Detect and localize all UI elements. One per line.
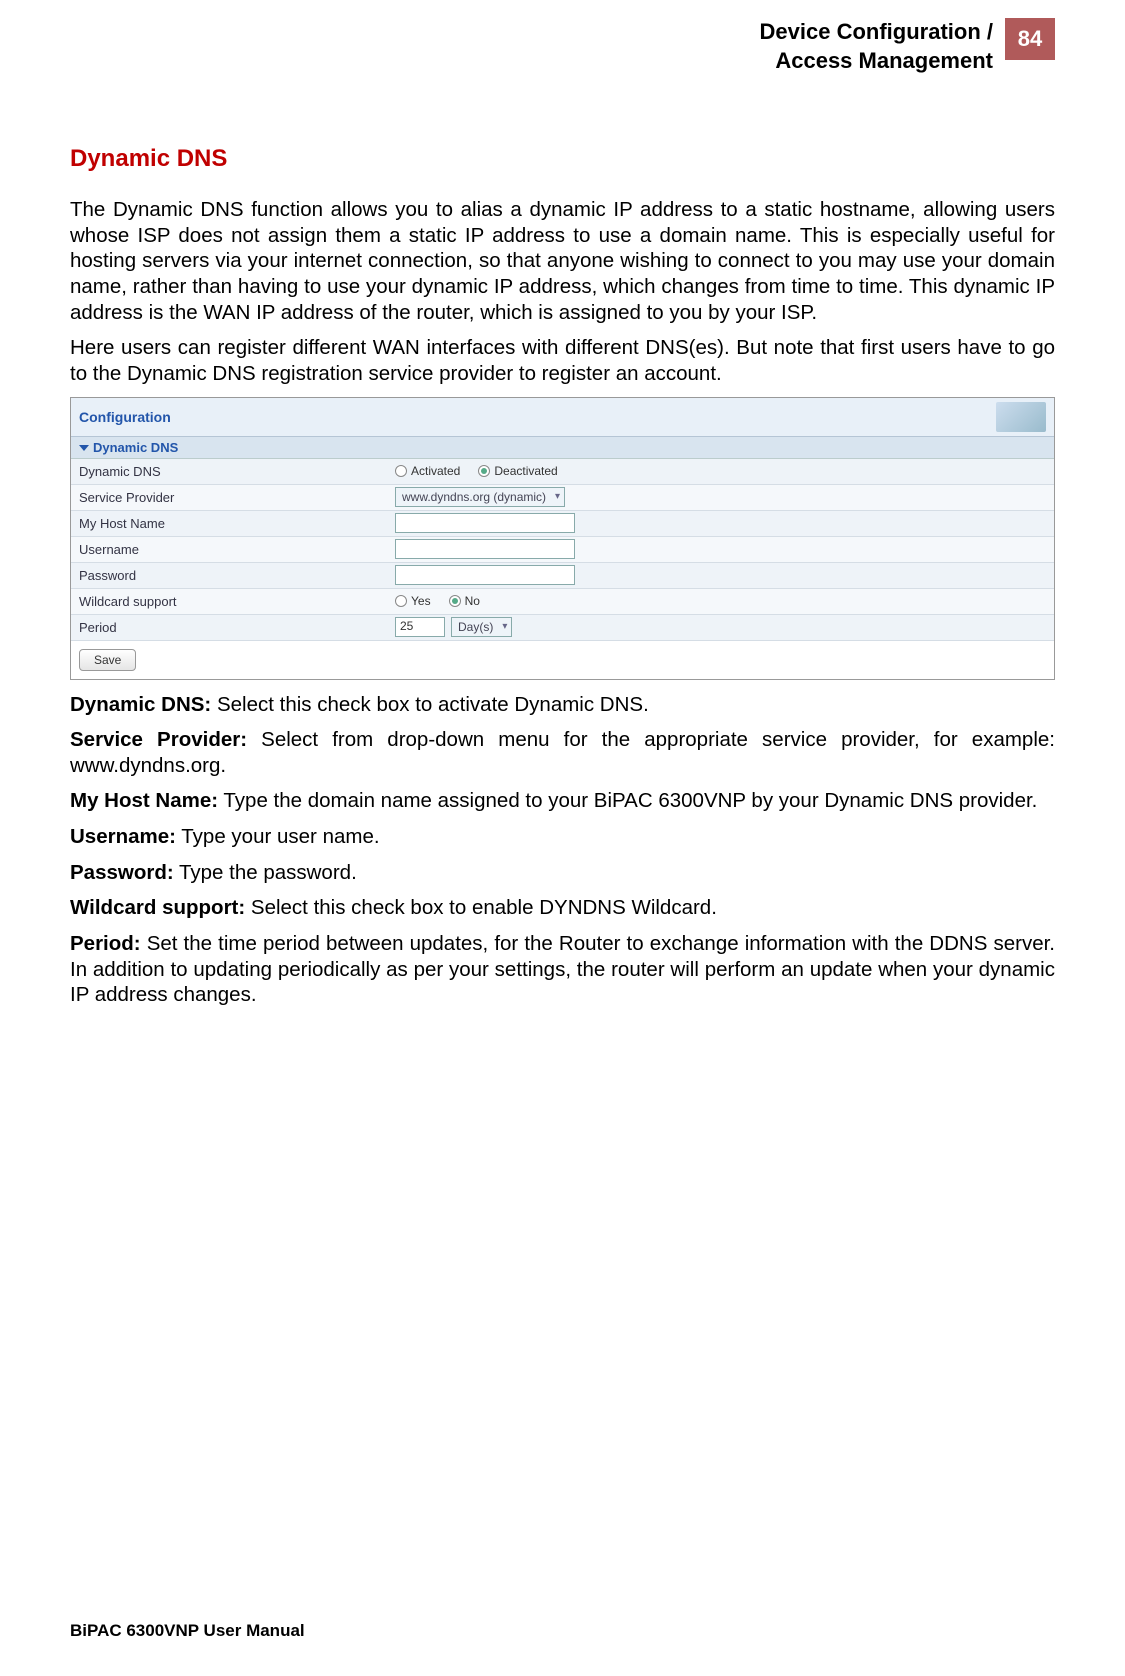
def-username-text: Type your user name. <box>176 825 380 848</box>
header-title: Device Configuration / Access Management <box>760 18 993 75</box>
label-service-provider: Service Provider <box>71 486 391 509</box>
row-password: Password <box>71 563 1054 589</box>
def-dynamic-dns: Dynamic DNS: Select this check box to ac… <box>70 692 1055 718</box>
accordion-dynamic-dns[interactable]: Dynamic DNS <box>71 437 1054 459</box>
row-my-host-name: My Host Name <box>71 511 1054 537</box>
monitor-icon <box>996 402 1046 432</box>
select-service-provider[interactable]: www.dyndns.org (dynamic) <box>395 487 565 507</box>
radio-activated[interactable]: Activated <box>395 464 460 478</box>
radio-icon <box>449 595 461 607</box>
input-my-host-name[interactable] <box>395 513 575 533</box>
def-password-label: Password: <box>70 861 174 884</box>
radio-wildcard-no[interactable]: No <box>449 594 480 608</box>
header-line2: Access Management <box>775 48 993 73</box>
radio-deactivated[interactable]: Deactivated <box>478 464 557 478</box>
radio-deactivated-label: Deactivated <box>494 464 557 478</box>
input-period[interactable]: 25 <box>395 617 445 637</box>
label-wildcard: Wildcard support <box>71 590 391 613</box>
page-header: Device Configuration / Access Management… <box>70 18 1055 75</box>
label-dynamic-dns: Dynamic DNS <box>71 460 391 483</box>
page-number-badge: 84 <box>1005 18 1055 60</box>
chevron-down-icon <box>79 445 89 451</box>
header-line1: Device Configuration / <box>760 19 993 44</box>
row-wildcard: Wildcard support Yes No <box>71 589 1054 615</box>
row-dynamic-dns: Dynamic DNS Activated Deactivated <box>71 459 1054 485</box>
def-wildcard: Wildcard support: Select this check box … <box>70 895 1055 921</box>
def-period: Period: Set the time period between upda… <box>70 931 1055 1008</box>
def-username-label: Username: <box>70 825 176 848</box>
intro-paragraph-2: Here users can register different WAN in… <box>70 335 1055 386</box>
label-period: Period <box>71 616 391 639</box>
def-dynamic-dns-label: Dynamic DNS: <box>70 693 211 716</box>
def-service-provider: Service Provider: Select from drop-down … <box>70 727 1055 778</box>
configuration-panel: Configuration Dynamic DNS Dynamic DNS Ac… <box>70 397 1055 680</box>
configuration-label: Configuration <box>79 409 171 425</box>
def-my-host-name-label: My Host Name: <box>70 789 218 812</box>
footer-text: BiPAC 6300VNP User Manual <box>70 1621 305 1641</box>
radio-icon <box>395 465 407 477</box>
def-my-host-name-text: Type the domain name assigned to your Bi… <box>218 789 1037 812</box>
label-username: Username <box>71 538 391 561</box>
label-my-host-name: My Host Name <box>71 512 391 535</box>
row-period: Period 25 Day(s) <box>71 615 1054 641</box>
radio-yes-label: Yes <box>411 594 431 608</box>
save-button[interactable]: Save <box>79 649 136 671</box>
input-password[interactable] <box>395 565 575 585</box>
radio-icon <box>395 595 407 607</box>
radio-no-label: No <box>465 594 480 608</box>
section-title: Dynamic DNS <box>70 145 1055 173</box>
def-password-text: Type the password. <box>174 861 357 884</box>
def-service-provider-label: Service Provider: <box>70 728 247 751</box>
def-my-host-name: My Host Name: Type the domain name assig… <box>70 788 1055 814</box>
def-period-text: Set the time period between updates, for… <box>70 932 1055 1006</box>
page-number: 84 <box>1018 26 1042 52</box>
radio-icon <box>478 465 490 477</box>
def-username: Username: Type your user name. <box>70 824 1055 850</box>
def-password: Password: Type the password. <box>70 860 1055 886</box>
def-dynamic-dns-text: Select this check box to activate Dynami… <box>211 693 649 716</box>
button-row: Save <box>71 641 1054 679</box>
configuration-titlebar: Configuration <box>71 398 1054 437</box>
def-wildcard-text: Select this check box to enable DYNDNS W… <box>245 896 717 919</box>
radio-wildcard-yes[interactable]: Yes <box>395 594 431 608</box>
label-password: Password <box>71 564 391 587</box>
accordion-label: Dynamic DNS <box>93 440 178 455</box>
radio-activated-label: Activated <box>411 464 460 478</box>
def-period-label: Period: <box>70 932 141 955</box>
select-period-unit[interactable]: Day(s) <box>451 617 512 637</box>
intro-paragraph-1: The Dynamic DNS function allows you to a… <box>70 197 1055 325</box>
row-service-provider: Service Provider www.dyndns.org (dynamic… <box>71 485 1054 511</box>
def-wildcard-label: Wildcard support: <box>70 896 245 919</box>
input-username[interactable] <box>395 539 575 559</box>
row-username: Username <box>71 537 1054 563</box>
